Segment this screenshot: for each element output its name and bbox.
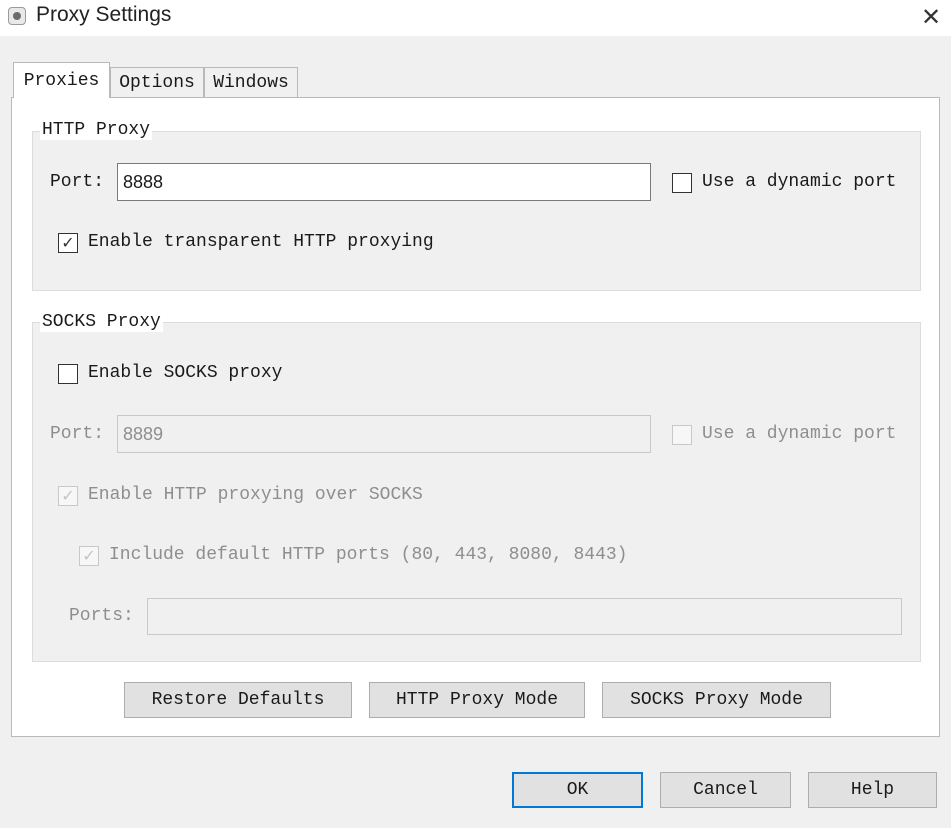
close-icon[interactable]: ✕ bbox=[916, 2, 946, 32]
include-default-ports-label: Include default HTTP ports (80, 443, 808… bbox=[109, 545, 628, 565]
ports-input[interactable] bbox=[147, 598, 902, 635]
enable-socks-checkbox[interactable] bbox=[58, 364, 78, 384]
socks-port-label: Port: bbox=[50, 424, 105, 444]
window-title: Proxy Settings bbox=[36, 3, 172, 26]
ports-label: Ports: bbox=[69, 606, 134, 626]
transparent-proxy-label: Enable transparent HTTP proxying bbox=[88, 232, 434, 252]
enable-socks-label: Enable SOCKS proxy bbox=[88, 363, 283, 383]
transparent-proxy-checkbox[interactable]: ✓ bbox=[58, 233, 78, 253]
socks-proxy-mode-button[interactable]: SOCKS Proxy Mode bbox=[602, 682, 831, 718]
tab-windows[interactable]: Windows bbox=[204, 67, 298, 97]
http-dynamic-port-checkbox[interactable] bbox=[672, 173, 692, 193]
tab-proxies[interactable]: Proxies bbox=[13, 62, 110, 98]
http-proxy-legend: HTTP Proxy bbox=[40, 120, 153, 140]
http-over-socks-label: Enable HTTP proxying over SOCKS bbox=[88, 485, 423, 505]
tab-options[interactable]: Options bbox=[110, 67, 204, 97]
http-port-input[interactable]: 8888 bbox=[117, 163, 651, 201]
help-button[interactable]: Help bbox=[808, 772, 937, 808]
http-proxy-mode-button[interactable]: HTTP Proxy Mode bbox=[369, 682, 585, 718]
socks-port-input[interactable]: 8889 bbox=[117, 415, 651, 453]
socks-dynamic-port-checkbox[interactable] bbox=[672, 425, 692, 445]
ok-button[interactable]: OK bbox=[512, 772, 643, 808]
title-bar: Proxy Settings ✕ bbox=[0, 0, 951, 36]
include-default-ports-checkbox[interactable]: ✓ bbox=[79, 546, 99, 566]
restore-defaults-button[interactable]: Restore Defaults bbox=[124, 682, 352, 718]
cancel-button[interactable]: Cancel bbox=[660, 772, 791, 808]
socks-dynamic-port-label: Use a dynamic port bbox=[702, 424, 897, 444]
http-port-label: Port: bbox=[50, 172, 105, 192]
app-icon bbox=[8, 7, 26, 25]
http-proxy-group bbox=[32, 131, 921, 291]
socks-proxy-legend: SOCKS Proxy bbox=[40, 312, 163, 332]
http-over-socks-checkbox[interactable]: ✓ bbox=[58, 486, 78, 506]
http-dynamic-port-label: Use a dynamic port bbox=[702, 172, 897, 192]
